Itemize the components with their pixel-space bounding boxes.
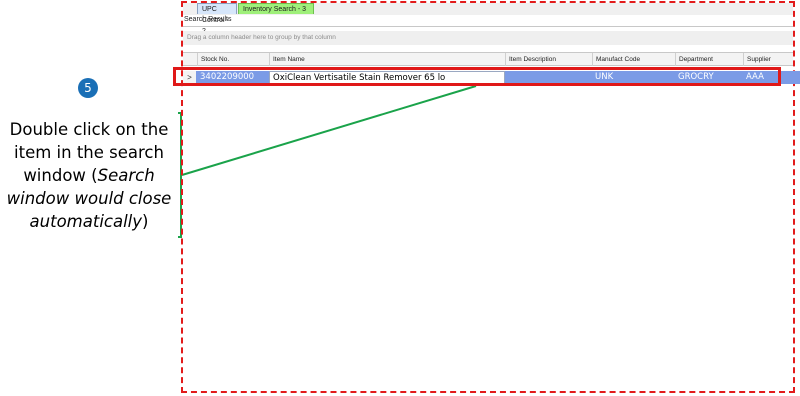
results-grid: Stock No. Item Name Item Description Man… <box>183 52 800 388</box>
column-header-manufact-code[interactable]: Manufact Code <box>592 53 675 66</box>
panel-title: Search Results <box>184 16 232 23</box>
instruction-text-end: ) <box>142 212 149 231</box>
tab-upc-control[interactable]: UPC Control - 2 <box>197 3 237 35</box>
table-row[interactable]: > 3402209000 OxiClean Vertisatile Stain … <box>183 71 800 84</box>
cell-manufact-code[interactable]: UNK <box>592 71 675 84</box>
column-header-supplier[interactable]: Supplier <box>743 53 793 66</box>
step-number-badge: 5 <box>78 78 98 98</box>
cell-stock-no[interactable]: 3402209000 <box>197 71 269 84</box>
column-header-department[interactable]: Department <box>675 53 743 66</box>
panel-divider <box>183 26 793 27</box>
column-header-item-description[interactable]: Item Description <box>505 53 592 66</box>
row-indicator: > <box>183 71 196 84</box>
group-by-area[interactable]: Drag a column header here to group by th… <box>183 31 793 45</box>
tab-inventory-search[interactable]: Inventory Search - 3 <box>238 3 314 14</box>
cell-item-name[interactable]: OxiClean Vertisatile Stain Remover 65 lo <box>269 71 505 84</box>
instruction-callout: Double click on the item in the search w… <box>0 118 178 233</box>
grid-header-row: Stock No. Item Name Item Description Man… <box>183 52 793 66</box>
cell-supplier[interactable]: AAA <box>743 71 793 84</box>
column-header-item-name[interactable]: Item Name <box>269 53 505 66</box>
cell-item-description[interactable] <box>505 71 592 84</box>
cell-department[interactable]: GROCRY <box>675 71 743 84</box>
